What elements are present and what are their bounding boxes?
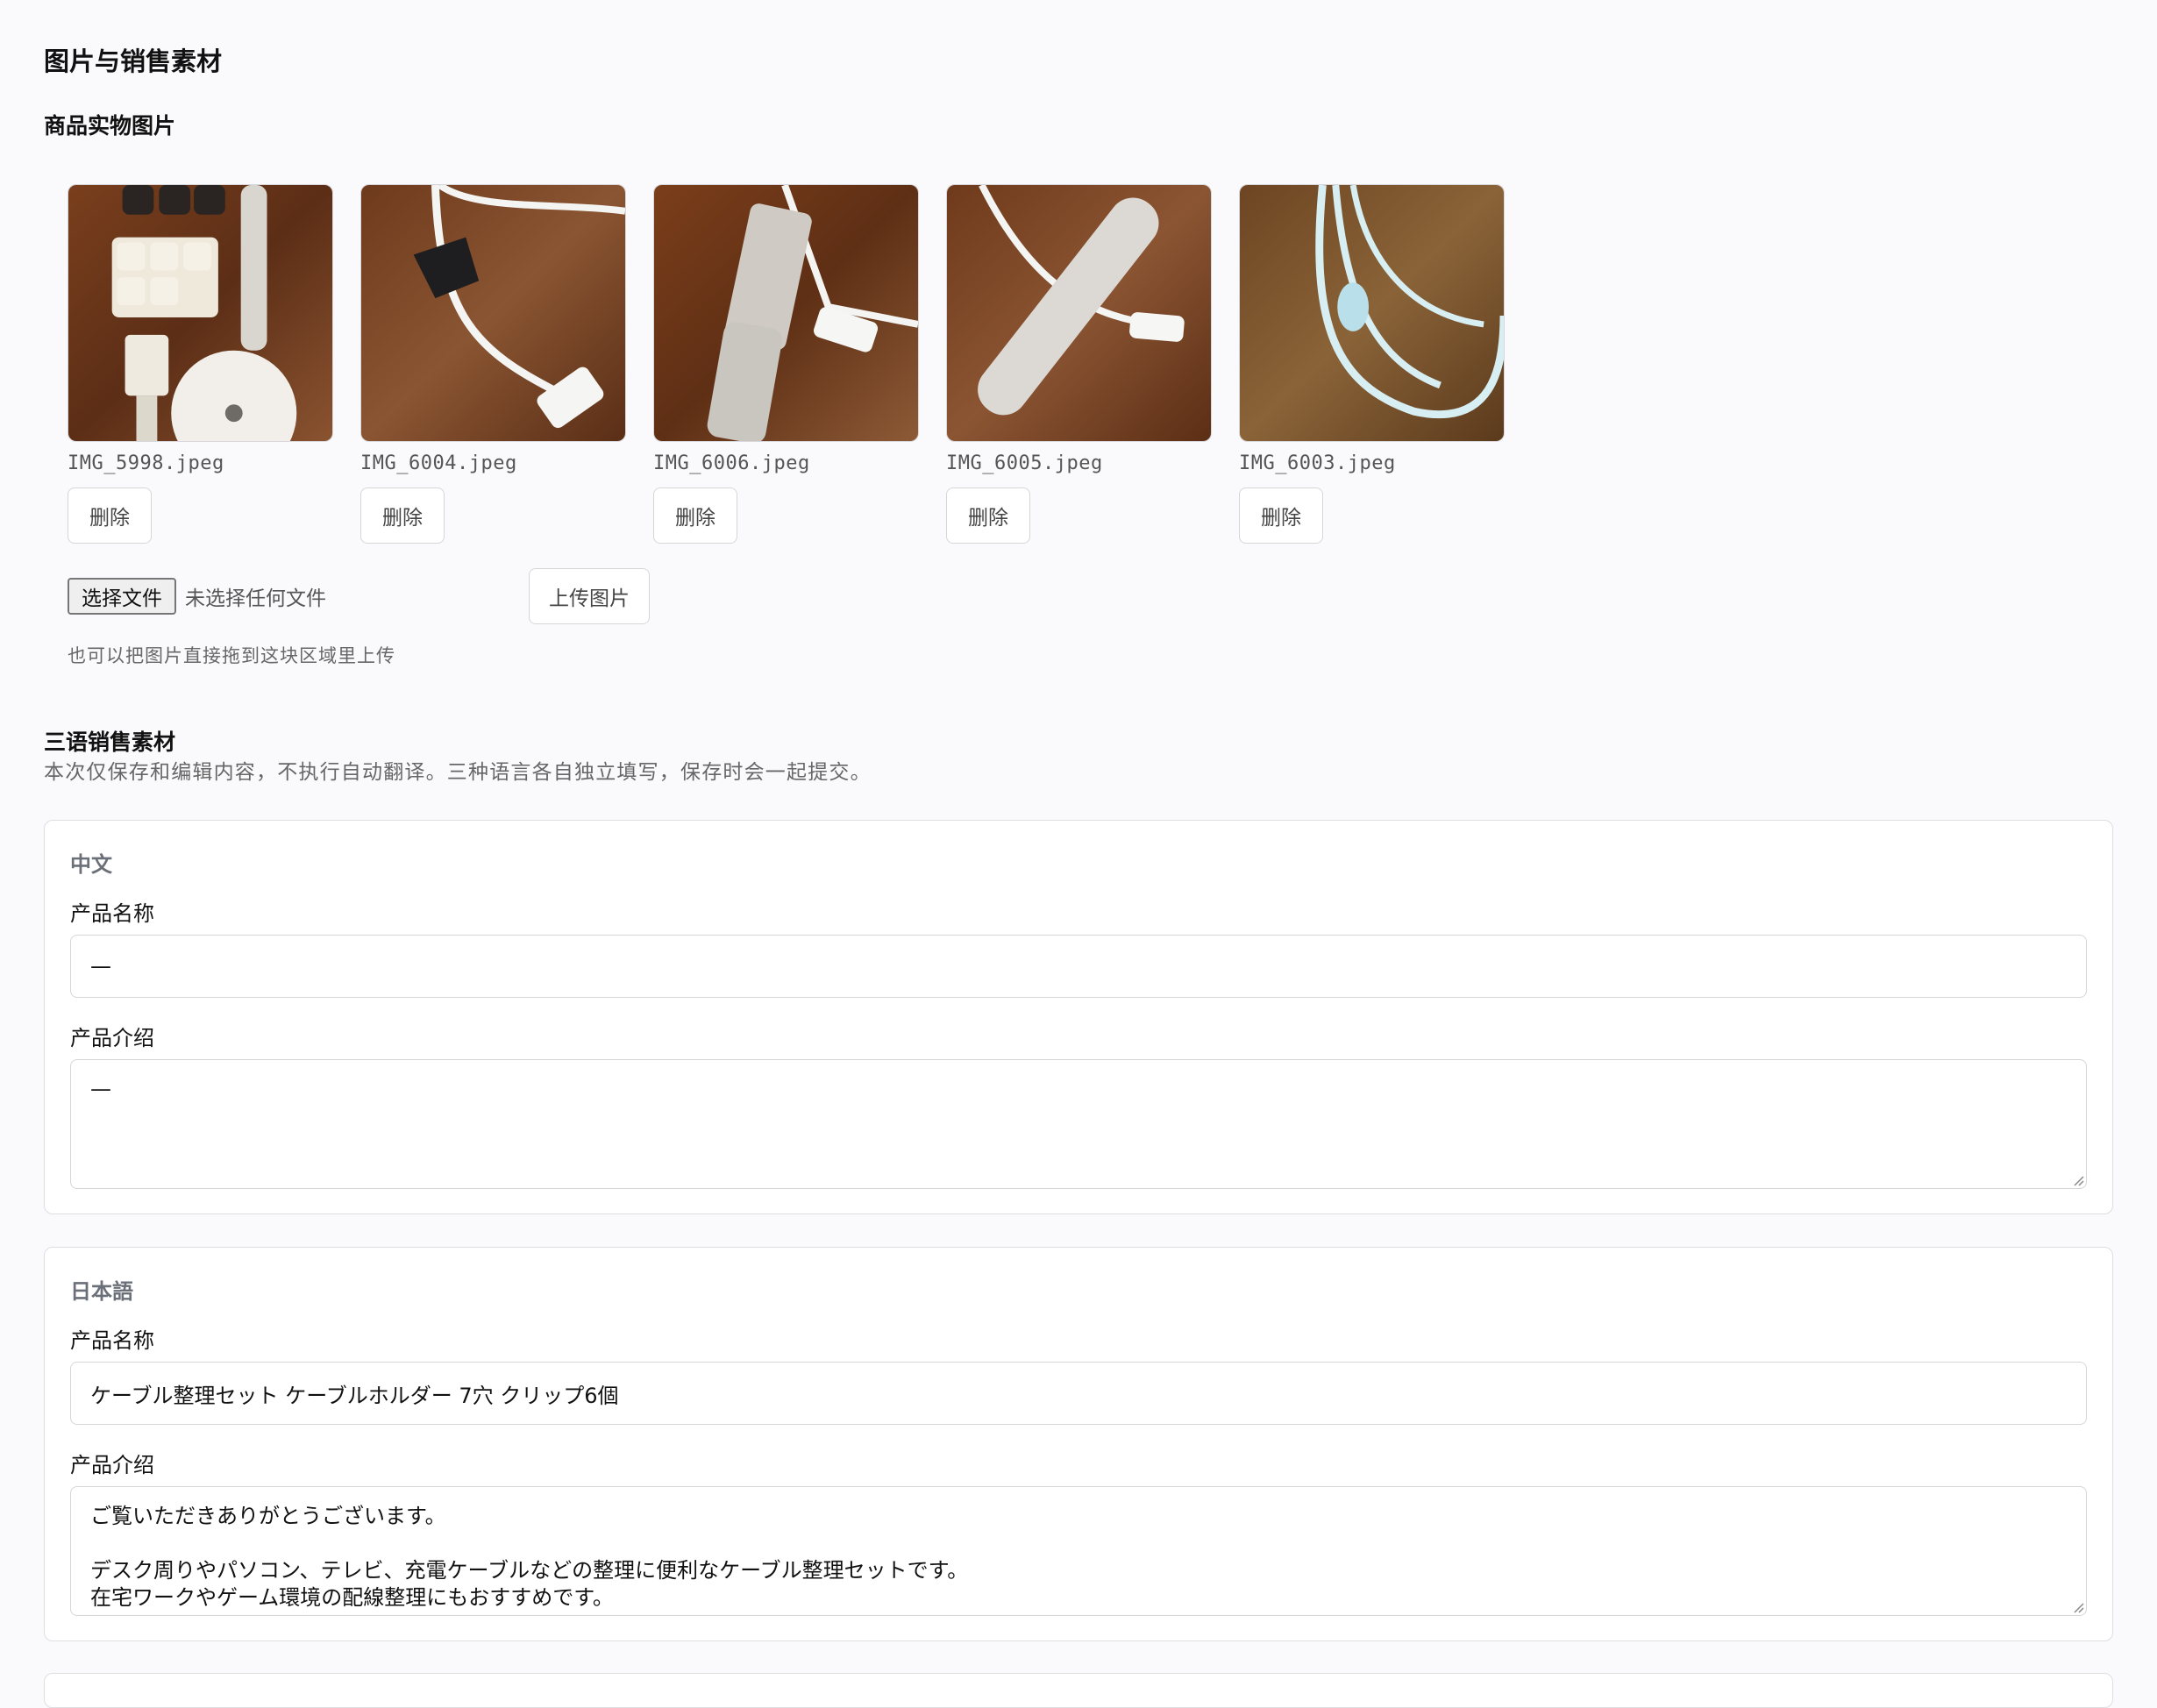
- textarea-line: —: [90, 1077, 111, 1101]
- resize-handle-icon[interactable]: [2070, 1599, 2084, 1613]
- textarea-line: [90, 1530, 2067, 1557]
- product-photo[interactable]: [68, 184, 333, 442]
- product-photo[interactable]: [360, 184, 626, 442]
- language-label: 日本語: [70, 1279, 133, 1304]
- textarea-line: ご覧いただきありがとうございます。: [90, 1504, 446, 1528]
- description-label: 产品介绍: [70, 1453, 154, 1477]
- description-label: 产品介绍: [70, 1026, 154, 1050]
- delete-image-button[interactable]: 删除: [653, 487, 737, 544]
- language-card-ja: 日本語 产品名称 ケーブル整理セット ケーブルホルダー 7穴 クリップ6個 产品…: [44, 1247, 2113, 1641]
- image-filename: IMG_6003.jpeg: [1239, 452, 1396, 474]
- product-description-textarea[interactable]: —: [70, 1059, 2087, 1189]
- delete-image-button[interactable]: 删除: [946, 487, 1030, 544]
- materials-title: 三语销售素材: [44, 729, 176, 755]
- language-card-zh: 中文 产品名称 — 产品介绍 —: [44, 820, 2113, 1214]
- image-filename: IMG_5998.jpeg: [68, 452, 224, 474]
- image-card: IMG_6003.jpeg 删除: [1239, 184, 1505, 544]
- product-photo[interactable]: [946, 184, 1212, 442]
- resize-handle-icon[interactable]: [2070, 1172, 2084, 1186]
- photos-title: 商品实物图片: [44, 113, 176, 139]
- textarea-line: デスク周りやパソコン、テレビ、充電ケーブルなどの整理に便利なケーブル整理セットで…: [90, 1558, 969, 1583]
- choose-file-button[interactable]: 选择文件: [68, 578, 176, 615]
- product-description-textarea[interactable]: ご覧いただきありがとうございます。 デスク周りやパソコン、テレビ、充電ケーブルな…: [70, 1486, 2087, 1616]
- drag-drop-hint: 也可以把图片直接拖到这块区域里上传: [68, 645, 395, 666]
- image-card: IMG_6006.jpeg 删除: [653, 184, 919, 544]
- image-filename: IMG_6006.jpeg: [653, 452, 810, 474]
- image-card: IMG_5998.jpeg 删除: [68, 184, 333, 544]
- image-filename: IMG_6005.jpeg: [946, 452, 1103, 474]
- name-label: 产品名称: [70, 1328, 154, 1353]
- image-gallery: IMG_5998.jpeg 删除 IMG_6004.jpeg 删除 IMG_60…: [68, 184, 1505, 544]
- delete-image-button[interactable]: 删除: [360, 487, 445, 544]
- language-label: 中文: [70, 852, 112, 877]
- file-status: 未选择任何文件: [185, 587, 326, 610]
- section-title: 图片与销售素材: [44, 46, 223, 76]
- delete-image-button[interactable]: 删除: [1239, 487, 1323, 544]
- image-filename: IMG_6004.jpeg: [360, 452, 517, 474]
- image-card: IMG_6005.jpeg 删除: [946, 184, 1212, 544]
- textarea-line: 在宅ワークやゲーム環境の配線整理にもおすすめです。: [90, 1585, 614, 1610]
- name-label: 产品名称: [70, 901, 154, 926]
- upload-image-button[interactable]: 上传图片: [529, 568, 650, 624]
- upload-row: 选择文件 未选择任何文件 上传图片: [68, 568, 650, 624]
- product-photo[interactable]: [1239, 184, 1505, 442]
- product-name-input[interactable]: —: [70, 935, 2087, 998]
- delete-image-button[interactable]: 删除: [68, 487, 152, 544]
- product-photo[interactable]: [653, 184, 919, 442]
- product-name-input[interactable]: ケーブル整理セット ケーブルホルダー 7穴 クリップ6個: [70, 1362, 2087, 1425]
- materials-description: 本次仅保存和编辑内容，不执行自动翻译。三种语言各自独立填写，保存时会一起提交。: [44, 761, 872, 784]
- language-card-next: [44, 1673, 2113, 1708]
- image-card: IMG_6004.jpeg 删除: [360, 184, 626, 544]
